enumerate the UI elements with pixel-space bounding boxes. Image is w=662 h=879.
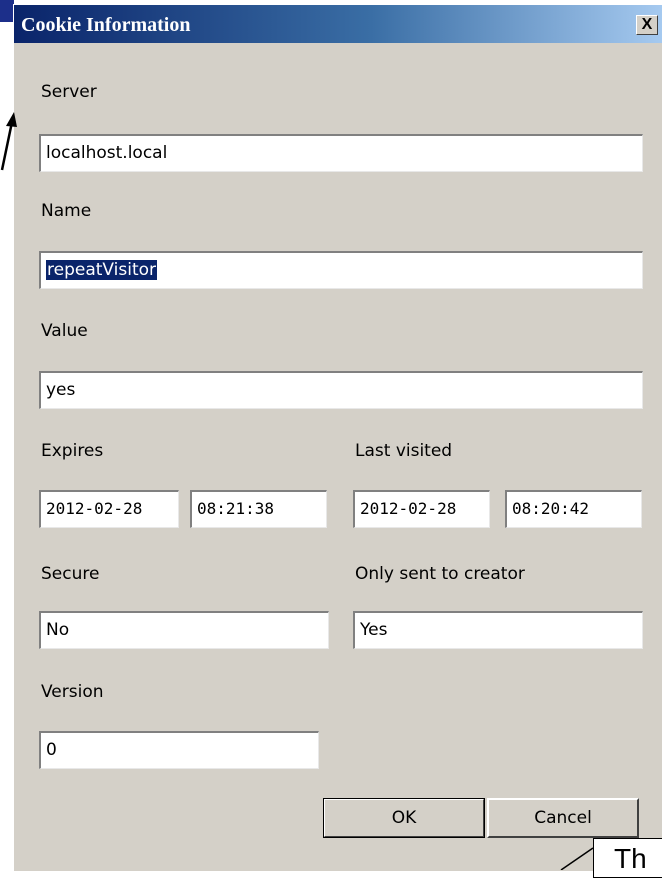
cancel-button[interactable]: Cancel xyxy=(487,798,639,838)
version-label: Version xyxy=(41,682,104,702)
close-button[interactable]: X xyxy=(636,15,658,35)
value-field[interactable]: yes xyxy=(39,371,643,409)
only-sent-to-creator-label: Only sent to creator xyxy=(355,564,525,584)
name-label: Name xyxy=(41,201,92,221)
title-bar[interactable]: Cookie Information X xyxy=(14,5,662,43)
value-label: Value xyxy=(41,321,88,341)
close-icon: X xyxy=(641,16,653,33)
ok-button[interactable]: OK xyxy=(323,798,485,838)
secure-field[interactable]: No xyxy=(39,611,329,649)
name-field-selection: repeatVisitor xyxy=(46,260,158,280)
expires-label: Expires xyxy=(41,441,104,461)
server-label: Server xyxy=(41,82,97,102)
background-window-edge xyxy=(0,0,14,22)
server-field[interactable]: localhost.local xyxy=(39,134,643,172)
version-field[interactable]: 0 xyxy=(39,731,319,769)
expires-date-field[interactable]: 2012-02-28 xyxy=(39,490,179,528)
last-visited-time-field[interactable]: 08:20:42 xyxy=(505,490,642,528)
last-visited-label: Last visited xyxy=(355,441,453,461)
callout-box: Th xyxy=(593,838,662,878)
name-field[interactable]: repeatVisitor xyxy=(39,251,643,289)
last-visited-date-field[interactable]: 2012-02-28 xyxy=(353,490,490,528)
dialog-title: Cookie Information xyxy=(21,14,191,36)
only-sent-to-creator-field[interactable]: Yes xyxy=(353,611,643,649)
secure-label: Secure xyxy=(41,564,100,584)
expires-time-field[interactable]: 08:21:38 xyxy=(190,490,327,528)
